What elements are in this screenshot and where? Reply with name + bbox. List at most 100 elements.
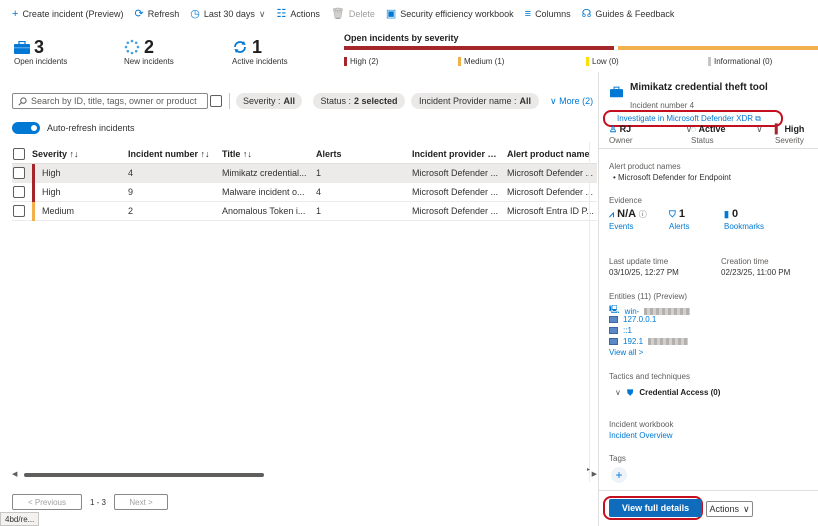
severity-bar-high [344, 46, 614, 50]
delete-button[interactable]: 🗑 Delete [330, 7, 375, 20]
create-incident-button[interactable]: + Create incident (Preview) [12, 7, 123, 20]
severity-dropdown[interactable]: ▍ High [775, 124, 804, 135]
investigate-link[interactable]: Investigate in Microsoft Defender XDR ⧉ [617, 114, 761, 124]
creation-time-value: 02/23/25, 11:00 PM [721, 268, 791, 277]
tactic-icon: ⛊ [627, 388, 634, 397]
briefcase-icon [14, 40, 30, 54]
plus-icon: + [12, 7, 19, 20]
bookmarks-link[interactable]: Bookmarks [724, 222, 764, 231]
search-input[interactable] [31, 96, 201, 106]
security-workbook-button[interactable]: ▣ Security efficiency workbook [386, 8, 514, 20]
new-incidents-stat: 2 New incidents [124, 37, 174, 66]
chevron-down-icon: ∨ [615, 388, 621, 397]
column-header-incident-number[interactable]: Incident number ↑↓ [128, 149, 210, 159]
tactic-item[interactable]: ∨ ⛊ Credential Access (0) [615, 388, 720, 398]
events-count: ⩘ N/A ⓘ [609, 208, 647, 220]
search-box [12, 93, 208, 109]
next-page-button[interactable]: Next > [114, 494, 169, 510]
incident-overview-link[interactable]: Incident Overview [609, 431, 673, 440]
activity-icon: ⩘ [609, 209, 615, 219]
incident-title: Mimikatz credential theft tool [630, 82, 768, 93]
shield-icon: ⛉ [669, 209, 676, 219]
more-filters-button[interactable]: ∨ More (2) [550, 96, 593, 107]
person-icon: ♙ [609, 124, 618, 134]
scroll-right-icon[interactable]: ▶ [592, 470, 597, 478]
add-tag-button[interactable]: + [611, 467, 627, 483]
panel-divider [599, 148, 818, 149]
time-range-dropdown[interactable]: ◷ Last 30 days ∨ [190, 8, 266, 20]
severity-low-label[interactable]: Low (0) [586, 57, 619, 66]
column-header-alerts[interactable]: Alerts [316, 149, 342, 159]
sync-icon [234, 41, 246, 53]
provider-filter[interactable]: Incident Provider name : All [411, 93, 539, 109]
pagination: < Previous 1 - 3 Next > [12, 494, 169, 510]
refresh-button[interactable]: ⟳ Refresh [134, 7, 179, 20]
incidents-table: Severity ↑↓ Incident number ↑↓ Title ↑↓ … [12, 144, 597, 221]
status-filter[interactable]: Status :2 selected [313, 93, 405, 109]
severity-indicator [32, 202, 35, 221]
plus-icon: + [615, 468, 623, 482]
entity-item[interactable]: ::1 [609, 326, 632, 335]
severity-informational-label[interactable]: Informational (0) [708, 57, 772, 66]
alerts-link[interactable]: Alerts [669, 222, 689, 231]
row-checkbox[interactable] [13, 186, 25, 198]
filter-options-icon[interactable] [210, 95, 222, 107]
chevron-down-icon: ∨ [756, 124, 763, 134]
severity-high-label[interactable]: High (2) [344, 57, 378, 66]
column-header-product[interactable]: Alert product name [507, 149, 590, 159]
status-dropdown[interactable]: ◌ Active ∨ [691, 124, 763, 135]
severity-medium-label[interactable]: Medium (1) [458, 57, 504, 66]
bookmarks-count: ▮ 0 [724, 208, 739, 220]
entity-item[interactable]: 192.1 [609, 337, 689, 346]
scroll-down-icon[interactable]: ▸ [587, 466, 590, 473]
guides-feedback-button[interactable]: ☊ Guides & Feedback [582, 8, 675, 20]
panel-footer-divider [599, 490, 818, 491]
severity-flag-icon: ▍ [775, 124, 782, 134]
last-update-value: 03/10/25, 12:27 PM [609, 268, 679, 277]
ip-icon [609, 327, 618, 334]
table-row[interactable]: Medium 2 Anomalous Token i... 1 Microsof… [12, 202, 597, 221]
events-link[interactable]: Events [609, 222, 633, 231]
severity-filter[interactable]: Severity : All [236, 93, 302, 109]
chevron-down-icon: ∨ [742, 503, 750, 514]
table-row[interactable]: High 9 Malware incident o... 4 Microsoft… [12, 183, 597, 202]
horizontal-scrollbar[interactable]: ◀ ▶ [12, 471, 597, 479]
view-all-entities-link[interactable]: View all > [609, 348, 643, 357]
trash-icon: 🗑 [330, 7, 345, 20]
active-incidents-stat: 1 Active incidents [232, 37, 288, 66]
actions-button[interactable]: ☷ Actions [276, 8, 319, 20]
chevron-down-icon: ∨ [258, 8, 266, 19]
column-header-provider[interactable]: Incident provider na... [412, 149, 502, 159]
incident-briefcase-icon [610, 86, 623, 98]
chevron-down-icon: ∨ [550, 96, 557, 106]
columns-button[interactable]: ≡ Columns [525, 8, 571, 20]
external-link-icon: ⧉ [755, 114, 762, 123]
ip-icon [609, 316, 618, 323]
info-icon: ⓘ [638, 210, 647, 219]
table-row[interactable]: High 4 Mimikatz credential... 1 Microsof… [12, 164, 597, 183]
list-scroll-track [589, 142, 590, 482]
redacted-text [644, 307, 691, 315]
redacted-text [648, 338, 689, 345]
select-all-checkbox[interactable] [13, 147, 25, 160]
column-header-title[interactable]: Title ↑↓ [222, 149, 252, 159]
owner-dropdown[interactable]: ♙ RJ ∨ [609, 124, 692, 135]
refresh-icon: ⟳ [134, 7, 144, 20]
panel-actions-button[interactable]: Actions ∨ [706, 501, 753, 517]
view-full-details-button[interactable]: View full details [609, 499, 702, 517]
column-header-severity[interactable]: Severity ↑↓ [32, 149, 79, 159]
severity-indicator [32, 164, 35, 183]
auto-refresh-label: Auto-refresh incidents [47, 123, 135, 133]
entity-item[interactable]: 127.0.0.1 [609, 315, 656, 324]
scrollbar-thumb[interactable] [24, 473, 264, 477]
previous-page-button[interactable]: < Previous [12, 494, 82, 510]
row-checkbox[interactable] [13, 205, 25, 217]
loading-icon [124, 39, 140, 55]
row-checkbox[interactable] [13, 167, 25, 179]
filter-divider [229, 93, 230, 109]
low-swatch [586, 57, 589, 66]
scroll-left-icon[interactable]: ◀ [12, 470, 17, 478]
status-icon: ◌ [691, 124, 697, 134]
auto-refresh-toggle[interactable] [12, 122, 40, 134]
informational-swatch [708, 57, 711, 66]
